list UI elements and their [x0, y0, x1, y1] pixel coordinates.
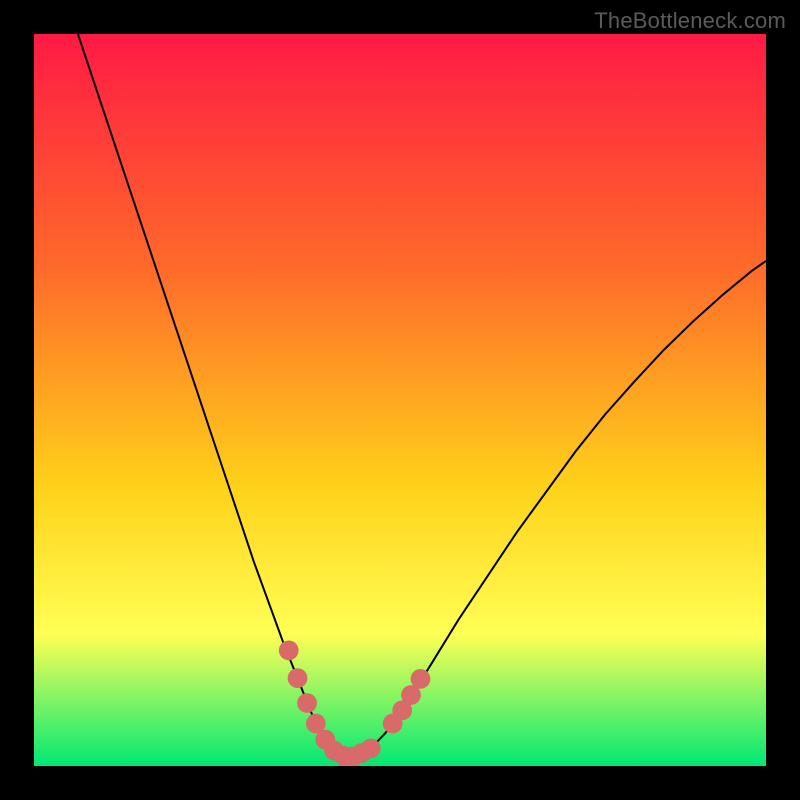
gradient-background [34, 34, 766, 766]
marker-dot [361, 739, 381, 759]
marker-dot [297, 693, 317, 713]
chart-frame: TheBottleneck.com [0, 0, 800, 800]
attribution-watermark: TheBottleneck.com [594, 8, 786, 34]
marker-dot [279, 640, 299, 660]
chart-plot [34, 34, 766, 766]
marker-dot [288, 668, 308, 688]
marker-dot [411, 669, 431, 689]
